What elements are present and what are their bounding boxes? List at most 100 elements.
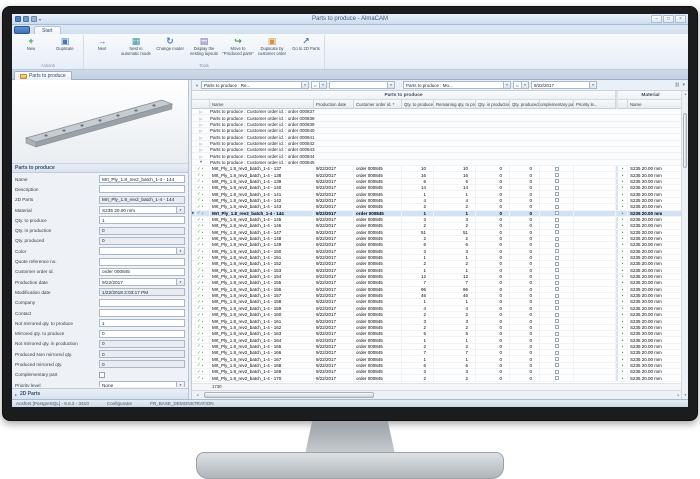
col-header-priority[interactable]: Priority le... bbox=[574, 100, 616, 109]
complementary-checkbox[interactable] bbox=[555, 198, 559, 202]
part-3d-preview[interactable] bbox=[12, 80, 188, 164]
form-input[interactable]: 0 bbox=[99, 340, 185, 348]
complementary-checkbox[interactable] bbox=[555, 275, 559, 279]
app-menu-button[interactable] bbox=[14, 26, 30, 34]
col-header-production-date[interactable]: Production date bbox=[314, 100, 354, 109]
ribbon-button-duplicate[interactable]: ▣Duplicate bbox=[48, 35, 82, 62]
complementary-checkbox[interactable] bbox=[555, 167, 559, 171]
ribbon-button-new[interactable]: +New bbox=[14, 35, 48, 62]
complementary-checkbox[interactable] bbox=[555, 224, 559, 228]
save-icon[interactable] bbox=[15, 16, 21, 22]
form-input[interactable]: S235 20.00 mm▾ bbox=[99, 206, 185, 214]
redo-icon[interactable] bbox=[31, 16, 37, 22]
form-input[interactable]: None▾ bbox=[99, 381, 185, 387]
col-header-name[interactable]: Name bbox=[210, 100, 314, 109]
columns-icon[interactable]: ▥ bbox=[675, 82, 680, 88]
dropdown-caret-icon[interactable]: ▾ bbox=[176, 248, 184, 254]
col-header-qty-produced[interactable]: Qty. produced bbox=[510, 100, 540, 109]
complementary-checkbox[interactable] bbox=[555, 376, 559, 380]
horizontal-scroll-thumb[interactable] bbox=[204, 392, 374, 398]
complementary-checkbox[interactable] bbox=[555, 262, 559, 266]
collapse-icon[interactable]: ▼ bbox=[192, 160, 210, 164]
col-header-qty-in-production[interactable]: Qty. in production bbox=[476, 100, 510, 109]
sort-indicator-icon[interactable]: ▾ bbox=[393, 102, 395, 106]
ribbon-button-move-produced[interactable]: ↪Move to "Produced parts" bbox=[221, 35, 255, 62]
filter-operator-combo[interactable]: =▾ bbox=[513, 81, 529, 89]
complementary-checkbox[interactable] bbox=[555, 351, 559, 355]
form-input[interactable]: Mrt_Ply_1.8_rev2_batch_1-4 - 144 bbox=[99, 175, 185, 183]
undo-icon[interactable] bbox=[23, 16, 29, 22]
scroll-up-icon[interactable]: ▴ bbox=[682, 91, 688, 98]
complementary-checkbox[interactable] bbox=[555, 186, 559, 190]
col-header-complementary[interactable]: Complementary part bbox=[540, 100, 574, 109]
complementary-checkbox[interactable] bbox=[555, 357, 559, 361]
complementary-checkbox[interactable] bbox=[555, 281, 559, 285]
table-row[interactable]: ✓•Mrt_Ply_1.8_rev2_batch_1-4 - 1709/22/2… bbox=[192, 375, 684, 381]
dropdown-caret-icon[interactable]: ▾ bbox=[176, 279, 184, 285]
col-header-remaining-qty[interactable]: Remaining qty. to produce bbox=[434, 100, 476, 109]
expander-icon[interactable]: ▷ bbox=[192, 122, 210, 127]
complementary-checkbox[interactable] bbox=[555, 287, 559, 291]
form-checkbox[interactable] bbox=[99, 372, 105, 378]
grid-options-caret-icon[interactable]: ▾ bbox=[682, 82, 685, 88]
expander-icon[interactable]: ▷ bbox=[192, 141, 210, 146]
complementary-checkbox[interactable] bbox=[555, 243, 559, 247]
dropdown-caret-icon[interactable]: ▾ bbox=[176, 382, 184, 387]
expander-icon[interactable]: ▸ bbox=[15, 392, 17, 397]
complementary-checkbox[interactable] bbox=[555, 256, 559, 260]
complementary-checkbox[interactable] bbox=[555, 332, 559, 336]
horizontal-scrollbar[interactable]: ◂ ▸ bbox=[192, 390, 684, 399]
form-input[interactable]: Mrt_Ply_1.8_rev2_batch_1-4 - 144 bbox=[99, 196, 185, 204]
complementary-checkbox[interactable] bbox=[555, 211, 559, 215]
col-header-qty-to-produce[interactable]: Qty. to produce bbox=[402, 100, 434, 109]
vertical-scrollbar[interactable]: ▴ ▾ bbox=[681, 91, 688, 399]
filter-value-combo[interactable]: ▾ bbox=[329, 81, 395, 89]
form-input[interactable]: 1 bbox=[99, 216, 185, 224]
dropdown-caret-icon[interactable]: ▾ bbox=[387, 82, 394, 88]
form-input[interactable]: 0 bbox=[99, 360, 185, 368]
col-header-material-name[interactable]: Name bbox=[628, 100, 684, 109]
complementary-checkbox[interactable] bbox=[555, 192, 559, 196]
complementary-checkbox[interactable] bbox=[555, 230, 559, 234]
complementary-checkbox[interactable] bbox=[555, 338, 559, 342]
form-input[interactable]: 0 bbox=[99, 330, 185, 338]
ribbon-button-duplicate-customer-order[interactable]: ▣Duplicate by customer order bbox=[255, 35, 289, 62]
ribbon-tab-start[interactable]: Start bbox=[34, 26, 61, 34]
section-2d-parts[interactable]: ▸ 2D Parts bbox=[12, 388, 188, 399]
form-input[interactable]: 0 bbox=[99, 227, 185, 235]
maximize-button[interactable]: □ bbox=[663, 15, 674, 23]
form-input[interactable]: 9/22/2017▾ bbox=[99, 278, 185, 286]
dropdown-caret-icon[interactable]: ▾ bbox=[176, 207, 184, 213]
form-input[interactable] bbox=[99, 299, 185, 307]
dropdown-caret-icon[interactable]: ▾ bbox=[521, 82, 528, 88]
expander-icon[interactable]: ▷ bbox=[192, 135, 210, 140]
ribbon-button-go-2d-parts[interactable]: ↗Go to 2D Parts bbox=[289, 35, 323, 62]
expander-icon[interactable]: ▷ bbox=[192, 147, 210, 152]
dropdown-caret-icon[interactable]: ▾ bbox=[503, 82, 510, 88]
minimize-button[interactable]: – bbox=[651, 15, 662, 23]
form-input[interactable]: 1 bbox=[99, 319, 185, 327]
scroll-down-icon[interactable]: ▾ bbox=[682, 392, 688, 399]
complementary-checkbox[interactable] bbox=[555, 344, 559, 348]
complementary-checkbox[interactable] bbox=[555, 268, 559, 272]
form-input[interactable] bbox=[99, 309, 185, 317]
filter-field-combo[interactable]: Parts to produce : Mo...▾ bbox=[403, 81, 511, 89]
complementary-checkbox[interactable] bbox=[555, 173, 559, 177]
ribbon-button-display-nesting-layouts[interactable]: ▤Display the nesting layouts bbox=[187, 35, 221, 62]
form-input[interactable] bbox=[99, 185, 185, 193]
dropdown-caret-icon[interactable]: ▾ bbox=[319, 82, 326, 88]
tab-parts-to-produce[interactable]: Parts to produce bbox=[14, 71, 72, 80]
complementary-checkbox[interactable] bbox=[555, 306, 559, 310]
form-input[interactable]: 0 bbox=[99, 350, 185, 358]
filter-operator-combo[interactable]: =▾ bbox=[311, 81, 327, 89]
form-input[interactable]: 1/22/2018 2:03:17 PM bbox=[99, 288, 185, 296]
complementary-checkbox[interactable] bbox=[555, 218, 559, 222]
expander-icon[interactable]: ▷ bbox=[192, 128, 210, 133]
complementary-checkbox[interactable] bbox=[555, 370, 559, 374]
complementary-checkbox[interactable] bbox=[555, 300, 559, 304]
complementary-checkbox[interactable] bbox=[555, 313, 559, 317]
scroll-left-icon[interactable]: ◂ bbox=[193, 392, 202, 398]
col-header-customer-order[interactable]: Customer order id. ▾ bbox=[354, 100, 402, 109]
ribbon-button-change-model[interactable]: ↻Change model bbox=[153, 35, 187, 62]
complementary-checkbox[interactable] bbox=[555, 363, 559, 367]
